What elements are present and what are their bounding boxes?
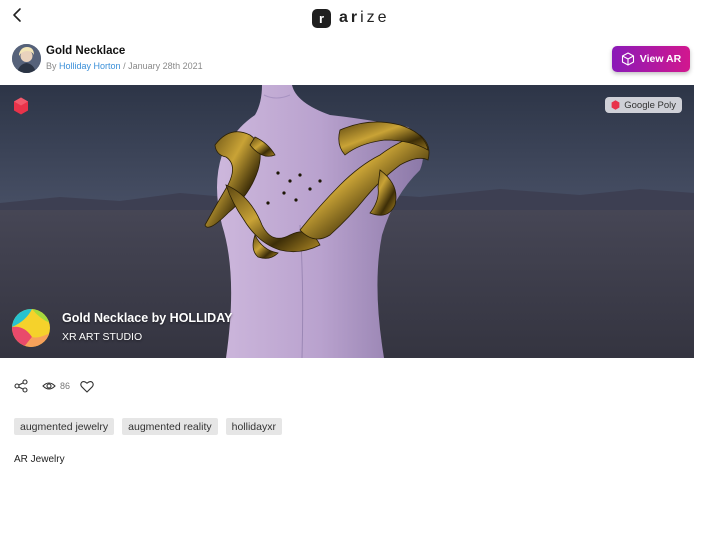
meta-separator: / [123, 61, 126, 71]
post-actions: 86 [14, 378, 94, 394]
model-studio: XR ART STUDIO [62, 331, 143, 343]
poly-badge-icon [611, 100, 620, 110]
chevron-left-icon[interactable] [9, 6, 27, 24]
by-label: By [46, 61, 57, 71]
tag-item[interactable]: augmented jewelry [14, 418, 115, 435]
model-viewer[interactable]: Google Poly Gold Necklace by HOLLIDAY XR… [0, 85, 694, 358]
post-meta: By Holliday Horton / January 28th 2021 [46, 61, 203, 71]
top-bar: r arize [0, 0, 703, 36]
logo-text-rest: ize [360, 9, 390, 26]
google-poly-badge[interactable]: Google Poly [605, 97, 682, 113]
eye-icon [42, 382, 56, 390]
logo-text: arize [339, 9, 390, 27]
view-ar-label: View AR [639, 53, 682, 65]
poly-badge-label: Google Poly [624, 99, 676, 111]
post-header: Gold Necklace By Holliday Horton / Janua… [0, 42, 703, 78]
logo-mark: r [312, 8, 331, 28]
view-ar-button[interactable]: View AR [612, 46, 690, 72]
author-avatar[interactable] [12, 44, 41, 73]
post-title: Gold Necklace [46, 45, 126, 57]
share-button[interactable] [14, 379, 28, 393]
app-logo[interactable]: r arize [312, 8, 390, 28]
tag-item[interactable]: augmented reality [122, 418, 218, 435]
tag-item[interactable]: hollidayxr [225, 418, 282, 435]
studio-avatar[interactable] [12, 309, 50, 347]
views-count: 86 [60, 381, 71, 391]
poly-logo-icon [14, 97, 28, 115]
tag-list: augmented jewelry augmented reality holl… [14, 418, 282, 435]
heart-icon [80, 380, 94, 393]
like-button[interactable] [80, 380, 94, 393]
ar-cube-icon [621, 52, 634, 66]
share-icon [14, 379, 28, 393]
model-title: Gold Necklace by HOLLIDAY [62, 311, 233, 325]
category-label: AR Jewelry [14, 454, 65, 465]
views-counter: 86 [42, 381, 70, 391]
author-link[interactable]: Holliday Horton [59, 61, 121, 71]
logo-text-bold: ar [339, 9, 361, 26]
post-date: January 28th 2021 [128, 61, 203, 71]
